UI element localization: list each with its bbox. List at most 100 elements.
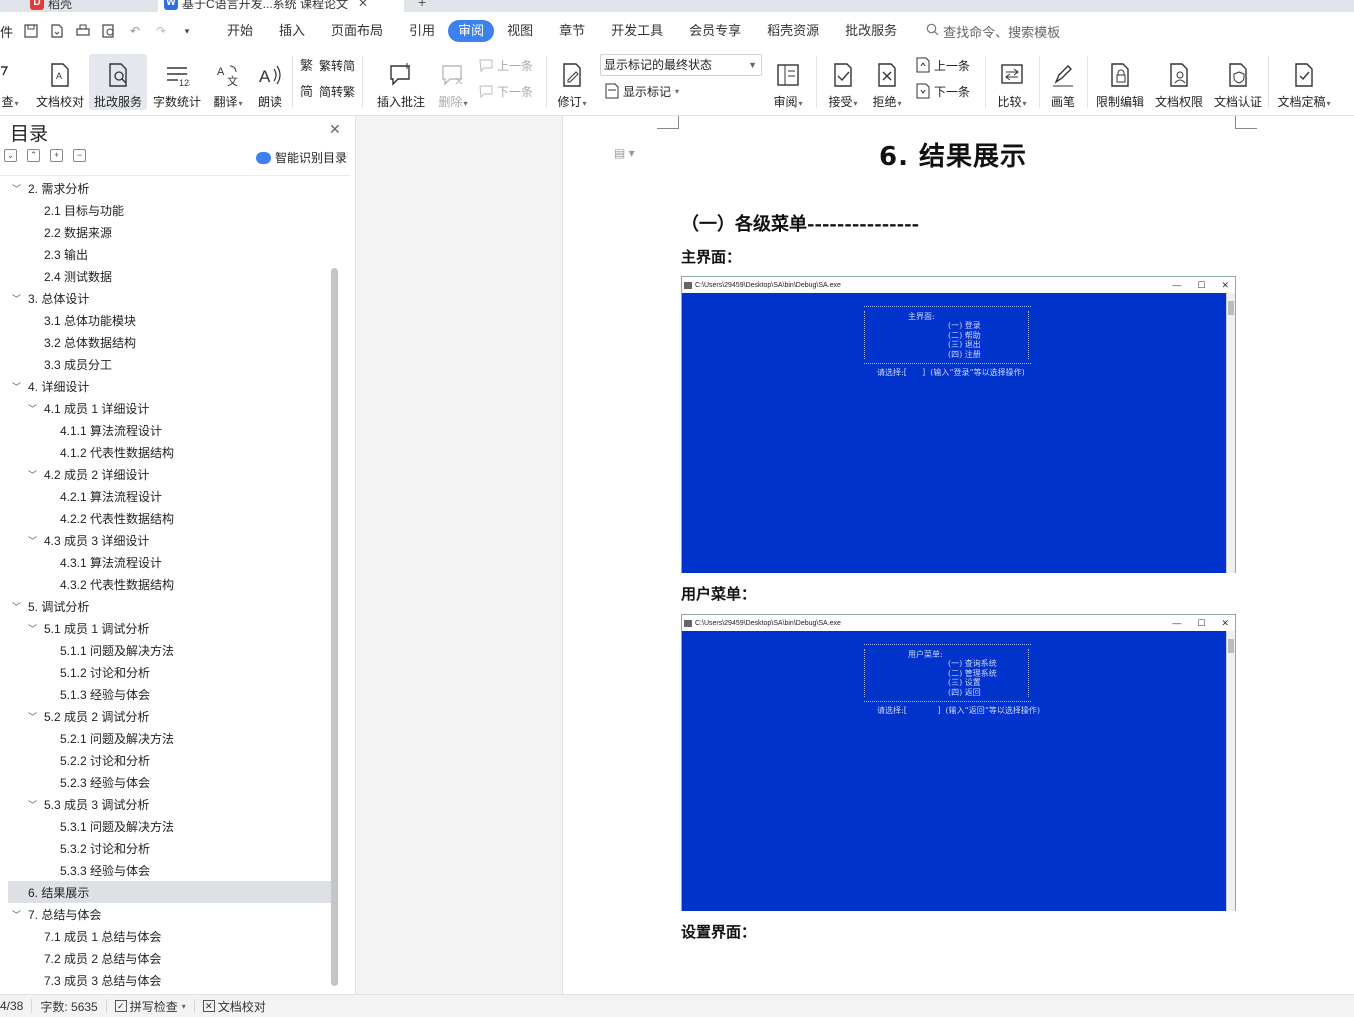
menu-review[interactable]: 审阅 (448, 20, 495, 42)
spellcheck-status[interactable]: ✓ 拼写检查 ▾ (107, 999, 195, 1014)
toc-item[interactable]: 3.2 总体数据结构 (8, 331, 331, 353)
expand-up-icon[interactable]: ⌃ (27, 149, 40, 162)
toc-item[interactable]: 3.3 成员分工 (8, 353, 331, 375)
toc-item[interactable]: 5.2.3 经验与体会 (8, 771, 331, 793)
toc-item[interactable]: 2.1 目标与功能 (8, 199, 331, 221)
toc-item[interactable]: 5.3.1 问题及解决方法 (8, 815, 331, 837)
prev-revision-button[interactable]: 上一条 (915, 54, 970, 76)
export-pdf-icon[interactable] (48, 22, 66, 40)
close-icon[interactable]: ✕ (329, 121, 341, 138)
doc-auth-button[interactable]: 文档认证 (1212, 54, 1264, 110)
remove-heading-icon[interactable]: − (73, 149, 86, 162)
toc-item[interactable]: 4.2.2 代表性数据结构 (8, 507, 331, 529)
toc-item[interactable]: 2.2 数据来源 (8, 221, 331, 243)
chevron-down-icon[interactable]: ﹀ (28, 622, 37, 635)
toc-item[interactable]: 5.1.1 问题及解决方法 (8, 639, 331, 661)
reject-button[interactable]: 拒绝▾ (868, 54, 906, 110)
command-search[interactable]: 查找命令、搜索模板 (926, 22, 1060, 41)
menu-correction[interactable]: 批改服务 (832, 20, 910, 42)
word-count-button[interactable]: 123 字数统计 (151, 54, 203, 110)
next-comment-button[interactable]: 下一条 (478, 80, 533, 102)
simp-to-trad-button[interactable]: 简 简转繁 (300, 80, 355, 102)
chevron-down-icon[interactable]: ﹀ (12, 600, 21, 613)
redo-icon[interactable]: ↷ (152, 22, 170, 40)
toc-item[interactable]: 5.3.2 讨论和分析 (8, 837, 331, 859)
menu-home[interactable]: 开始 (214, 20, 266, 42)
restrict-edit-button[interactable]: 限制编辑 (1094, 54, 1146, 110)
toc-item[interactable]: 4.1.2 代表性数据结构 (8, 441, 331, 463)
doc-check-button[interactable]: A 文档校对 (34, 54, 86, 110)
toc-item[interactable]: 7.3 成员 3 总结与体会 (8, 969, 331, 991)
doc-check-status[interactable]: ✕ 文档校对 (195, 999, 274, 1014)
toc-item[interactable]: 5.3.3 经验与体会 (8, 859, 331, 881)
translate-button[interactable]: A文 翻译▾ (208, 54, 248, 110)
accept-button[interactable]: 接受▾ (824, 54, 862, 110)
new-tab-icon[interactable]: + (418, 0, 426, 10)
next-revision-button[interactable]: 下一条 (915, 80, 970, 102)
add-heading-icon[interactable]: + (50, 149, 63, 162)
toc-item[interactable]: ﹀ 4.3 成员 3 详细设计 (8, 529, 331, 551)
menu-insert[interactable]: 插入 (266, 20, 318, 42)
review-pane-button[interactable]: 审阅▾ (768, 54, 808, 110)
toc-item[interactable]: ﹀ 4.1 成员 1 详细设计 (8, 397, 331, 419)
toc-item[interactable]: 4.3.1 算法流程设计 (8, 551, 331, 573)
toc-item[interactable]: ﹀ 2. 需求分析 (8, 177, 331, 199)
customize-caret-icon[interactable]: ▾ (178, 22, 196, 40)
toc-item[interactable]: ﹀ 3. 总体设计 (8, 287, 331, 309)
doc-finalize-button[interactable]: 文档定稿▾ (1274, 54, 1334, 110)
read-aloud-button[interactable]: A 朗读 (253, 54, 287, 110)
toc-item[interactable]: ﹀ 4.2 成员 2 详细设计 (8, 463, 331, 485)
trad-to-simp-button[interactable]: 繁 繁转简 (300, 54, 355, 76)
prev-comment-button[interactable]: 上一条 (478, 54, 533, 76)
word-count-status[interactable]: 字数: 5635 (32, 999, 107, 1014)
toc-item[interactable]: ﹀ 5.3 成员 3 调试分析 (8, 793, 331, 815)
menu-member[interactable]: 会员专享 (676, 20, 754, 42)
toc-item[interactable]: 5.1.3 经验与体会 (8, 683, 331, 705)
toc-item[interactable]: ﹀ 7. 总结与体会 (8, 903, 331, 925)
toc-item[interactable]: 4.3.2 代表性数据结构 (8, 573, 331, 595)
toc-item[interactable]: 2.4 测试数据 (8, 265, 331, 287)
pen-button[interactable]: 画笔 (1046, 54, 1080, 110)
chevron-down-icon[interactable]: ﹀ (28, 534, 37, 547)
save-icon[interactable] (22, 22, 40, 40)
ai-toc-button[interactable]: 智能识别目录 (256, 149, 347, 166)
toc-item[interactable]: 7.2 成员 2 总结与体会 (8, 947, 331, 969)
page-options-icon[interactable]: ▤ ▾ (614, 146, 635, 160)
toc-item[interactable]: 3.1 总体功能模块 (8, 309, 331, 331)
doc-permission-button[interactable]: 文档权限 (1153, 54, 1205, 110)
chevron-down-icon[interactable]: ﹀ (12, 380, 21, 393)
compare-button[interactable]: 比较▾ (993, 54, 1031, 110)
chevron-down-icon[interactable]: ﹀ (12, 292, 21, 305)
revise-button[interactable]: 修订▾ (553, 54, 591, 110)
toc-item[interactable]: 6. 结果展示 (8, 881, 331, 903)
toc-item[interactable]: 5.1.2 讨论和分析 (8, 661, 331, 683)
close-icon[interactable]: ✕ (358, 0, 368, 10)
toc-item[interactable]: ﹀ 5.2 成员 2 调试分析 (8, 705, 331, 727)
menu-file[interactable]: 件 (0, 22, 14, 41)
chevron-down-icon[interactable]: ﹀ (12, 182, 21, 195)
toc-scrollbar[interactable] (331, 268, 338, 986)
toc-item[interactable]: 4.2.1 算法流程设计 (8, 485, 331, 507)
menu-view[interactable]: 视图 (494, 20, 546, 42)
chevron-down-icon[interactable]: ﹀ (12, 908, 21, 921)
toc-item[interactable]: ﹀ 4. 详细设计 (8, 375, 331, 397)
page-indicator[interactable]: 4/38 (0, 999, 33, 1013)
toc-item[interactable]: 5.2.2 讨论和分析 (8, 749, 331, 771)
spellcheck-button[interactable]: 查▾ (0, 54, 26, 110)
tab-document[interactable]: W 基于C语言开发...系统 课程论文 ✕ (158, 0, 404, 12)
toc-item[interactable]: ﹀ 5.1 成员 1 调试分析 (8, 617, 331, 639)
chevron-down-icon[interactable]: ﹀ (28, 798, 37, 811)
toc-item[interactable]: 2.3 输出 (8, 243, 331, 265)
collapse-all-icon[interactable]: ⌄ (4, 149, 17, 162)
chevron-down-icon[interactable]: ﹀ (28, 710, 37, 723)
chevron-down-icon[interactable]: ﹀ (28, 468, 37, 481)
delete-comment-button[interactable]: 删除▾ (433, 54, 473, 110)
menu-references[interactable]: 引用 (396, 20, 448, 42)
menu-docer-resources[interactable]: 稻壳资源 (754, 20, 832, 42)
chevron-down-icon[interactable]: ﹀ (28, 402, 37, 415)
menu-developer[interactable]: 开发工具 (598, 20, 676, 42)
menu-section[interactable]: 章节 (546, 20, 598, 42)
toc-item[interactable]: ﹀ 5. 调试分析 (8, 595, 331, 617)
markup-mode-select[interactable]: 显示标记的最终状态 ▼ (600, 54, 762, 76)
insert-comment-button[interactable]: 插入批注 (374, 54, 428, 110)
